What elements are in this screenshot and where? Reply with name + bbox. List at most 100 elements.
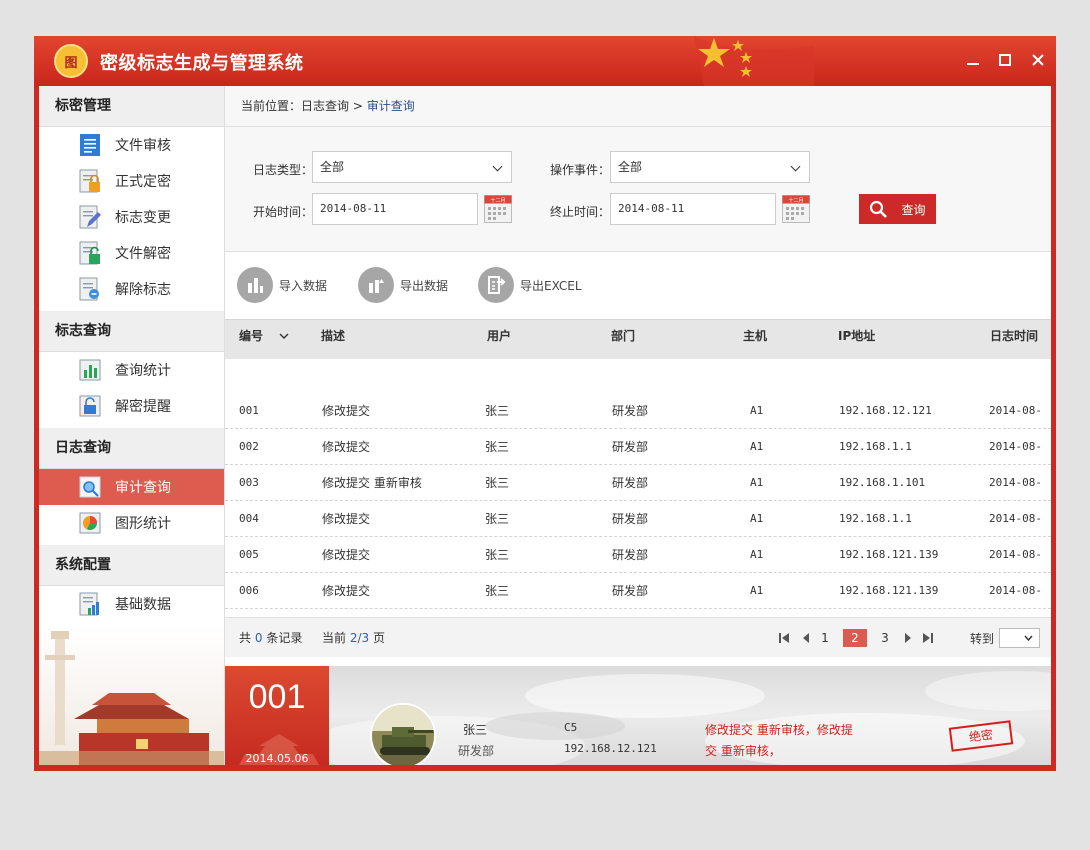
page-3[interactable]: 3 xyxy=(873,629,897,647)
cell-desc: 修改提交 xyxy=(322,548,371,562)
import-button[interactable]: 导入数据 xyxy=(237,267,327,303)
export-icon xyxy=(358,267,394,303)
cell-id: 006 xyxy=(239,584,259,597)
cell-user: 张三 xyxy=(485,440,510,454)
cell-ip: 192.168.1.1 xyxy=(839,440,912,453)
next-page-icon[interactable] xyxy=(903,632,913,644)
table-row[interactable]: 005 修改提交 张三 研发部 A1 192.168.121.139 2014-… xyxy=(225,537,1051,573)
detail-number: 001 xyxy=(248,678,306,716)
sidebar-item-label: 文件审核 xyxy=(115,138,171,154)
breadcrumb-parent[interactable]: 日志查询 xyxy=(301,99,349,113)
table-body: 001 修改提交 张三 研发部 A1 192.168.12.121 2014-0… xyxy=(225,393,1051,609)
table-row[interactable]: 004 修改提交 张三 研发部 A1 192.168.1.1 2014-08- xyxy=(225,501,1051,537)
logo-icon: 图 xyxy=(54,44,88,78)
sidebar-item-declassify-alert[interactable]: 解密提醒 xyxy=(39,388,224,424)
column-header-id[interactable]: 编号 xyxy=(239,320,289,352)
sidebar-item-label: 解密提醒 xyxy=(115,399,171,415)
column-header-host[interactable]: 主机 xyxy=(743,320,767,352)
column-header-ip[interactable]: IP地址 xyxy=(838,320,875,352)
cell-host: A1 xyxy=(750,440,764,453)
sidebar-item-file-review[interactable]: 文件审核 xyxy=(39,127,224,163)
breadcrumb-prefix: 当前位置： xyxy=(241,99,302,113)
sidebar-item-base-data[interactable]: 基础数据 xyxy=(39,586,224,622)
first-page-icon[interactable] xyxy=(778,632,790,644)
sidebar-group-title: 标志查询 xyxy=(39,311,224,352)
log-type-select[interactable]: 全部 xyxy=(312,151,512,183)
column-header-time[interactable]: 日志时间 xyxy=(990,320,1038,352)
cell-dept: 研发部 xyxy=(612,584,649,598)
sidebar-item-file-declassify[interactable]: 文件解密 xyxy=(39,235,224,271)
current-page-prefix: 当前 xyxy=(322,631,347,645)
last-page-icon[interactable] xyxy=(922,632,934,644)
toolbar: 导入数据 导出数据 导出EXCEL xyxy=(225,252,1051,319)
cell-desc: 修改提交 xyxy=(322,512,371,526)
event-label: 操作事件： xyxy=(550,163,611,177)
cell-user: 张三 xyxy=(485,512,510,526)
table-row[interactable]: 006 修改提交 张三 研发部 A1 192.168.121.139 2014-… xyxy=(225,573,1051,609)
remove-mark-icon xyxy=(79,277,101,301)
cell-dept: 研发部 xyxy=(612,404,649,418)
filter-panel: 日志类型： 全部 操作事件： 全部 开始时间： 2014-08-11 十二月 终… xyxy=(225,127,1051,252)
sidebar-item-label: 图形统计 xyxy=(115,516,171,532)
cell-user: 张三 xyxy=(485,404,510,418)
record-count-prefix: 共 xyxy=(239,631,252,645)
prev-page-icon[interactable] xyxy=(801,632,811,644)
column-header-desc[interactable]: 描述 xyxy=(321,320,345,352)
export-excel-button[interactable]: 导出EXCEL xyxy=(478,267,582,303)
sidebar-item-mark-change[interactable]: 标志变更 xyxy=(39,199,224,235)
lock-document-icon xyxy=(79,169,101,193)
sidebar-item-audit-query[interactable]: 审计查询 xyxy=(39,469,224,505)
current-page-value: 2/3 xyxy=(349,631,370,645)
cell-time: 2014-08- xyxy=(989,440,1042,453)
import-label: 导入数据 xyxy=(279,278,328,293)
table-row[interactable]: 001 修改提交 张三 研发部 A1 192.168.12.121 2014-0… xyxy=(225,393,1051,429)
start-time-input[interactable]: 2014-08-11 xyxy=(312,193,478,225)
calendar-icon[interactable]: 十二月 xyxy=(484,195,512,223)
column-header-dept[interactable]: 部门 xyxy=(611,320,635,352)
start-time-label: 开始时间： xyxy=(253,205,314,219)
unlock-document-icon xyxy=(79,241,101,265)
page-2[interactable]: 2 xyxy=(843,629,867,647)
cell-time: 2014-08- xyxy=(989,476,1042,489)
query-button[interactable]: 查询 xyxy=(859,194,936,224)
minimize-button[interactable] xyxy=(963,50,983,70)
detail-ip: 192.168.12.121 xyxy=(564,742,657,755)
end-time-input[interactable]: 2014-08-11 xyxy=(610,193,776,225)
cell-dept: 研发部 xyxy=(612,440,649,454)
sidebar-group-title: 系统配置 xyxy=(39,545,224,586)
import-icon xyxy=(237,267,273,303)
sidebar-item-remove-mark[interactable]: 解除标志 xyxy=(39,271,224,307)
column-header-user[interactable]: 用户 xyxy=(487,320,511,352)
sidebar-item-query-stats[interactable]: 查询统计 xyxy=(39,352,224,388)
logo-text: 图 xyxy=(64,55,78,71)
cell-user: 张三 xyxy=(485,476,510,490)
sidebar-item-formal-classify[interactable]: 正式定密 xyxy=(39,163,224,199)
pie-chart-icon xyxy=(79,511,101,535)
page-1[interactable]: 1 xyxy=(813,629,837,647)
table-row[interactable]: 002 修改提交 张三 研发部 A1 192.168.1.1 2014-08- xyxy=(225,429,1051,465)
data-icon xyxy=(79,592,101,616)
tank-photo-icon xyxy=(372,705,434,765)
detail-action: 修改提交 重新审核，修改提交 重新审核， xyxy=(705,723,853,758)
start-time-value: 2014-08-11 xyxy=(320,202,387,215)
detail-dept: 研发部 xyxy=(458,744,495,758)
export-button[interactable]: 导出数据 xyxy=(358,267,448,303)
cell-dept: 研发部 xyxy=(612,512,649,526)
cell-ip: 192.168.1.101 xyxy=(839,476,926,489)
goto-page-select[interactable] xyxy=(999,628,1040,648)
bar-chart-icon xyxy=(79,358,101,382)
column-header-label: 编号 xyxy=(239,329,264,343)
cell-dept: 研发部 xyxy=(612,476,649,490)
cell-id: 004 xyxy=(239,512,259,525)
detail-host: C5 xyxy=(564,721,578,734)
query-button-label: 查询 xyxy=(901,202,926,217)
excel-icon xyxy=(478,267,514,303)
event-select[interactable]: 全部 xyxy=(610,151,810,183)
maximize-button[interactable] xyxy=(995,50,1015,70)
export-label: 导出数据 xyxy=(400,278,449,293)
table-row[interactable]: 003 修改提交 重新审核 张三 研发部 A1 192.168.1.101 20… xyxy=(225,465,1051,501)
sidebar-item-label: 文件解密 xyxy=(115,246,171,262)
sidebar-item-graph-stats[interactable]: 图形统计 xyxy=(39,505,224,541)
calendar-icon[interactable]: 十二月 xyxy=(782,195,810,223)
close-button[interactable] xyxy=(1028,50,1048,70)
